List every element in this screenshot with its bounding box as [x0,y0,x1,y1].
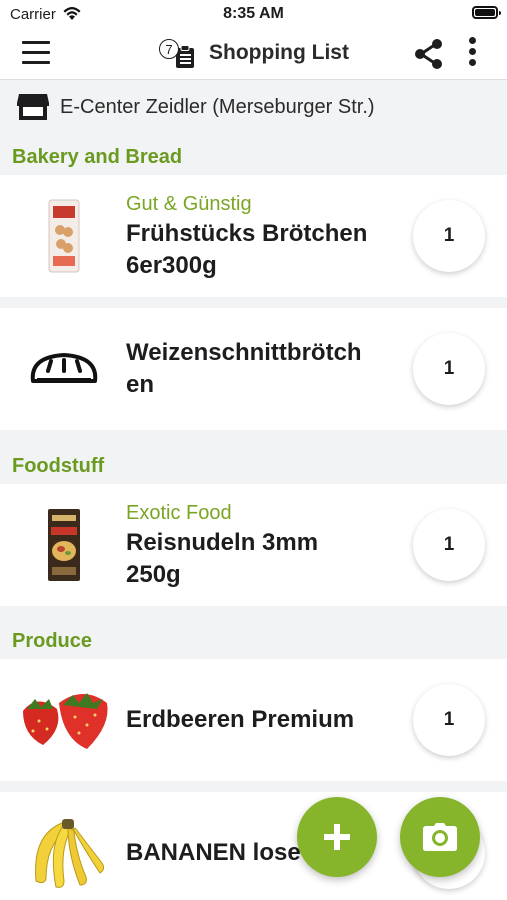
more-options-icon[interactable] [462,37,482,71]
product-image [14,189,114,283]
status-bar: Carrier 8:35 AM [0,0,507,28]
store-icon [17,94,49,120]
bread-rolls-package-image [48,199,80,273]
hamburger-menu-icon[interactable] [22,41,50,65]
quantity-button[interactable]: 1 [413,684,485,756]
rice-noodles-package-image [48,509,80,581]
item-name-line: Frühstücks Brötchen [126,220,368,247]
list-count-icon: 7 [157,37,197,69]
item-brand: Gut & Günstig [126,193,252,215]
add-item-button[interactable] [297,797,377,877]
quantity-button[interactable]: 1 [413,333,485,405]
clock: 8:35 AM [223,5,284,22]
product-image [14,498,114,592]
item-name-line: Erdbeeren Premium [126,706,355,733]
item-text: Weizenschnittbrötch en [126,337,396,401]
bananas-image [35,819,105,888]
quantity-button[interactable]: 1 [413,509,485,581]
battery-icon [472,6,501,19]
product-image [14,806,114,900]
list-count-badge: 7 [159,39,179,59]
quantity-button[interactable]: 1 [413,200,485,272]
product-image [14,322,114,416]
product-image [14,673,114,767]
list-item-erdbeeren[interactable]: Erdbeeren Premium 1 [0,659,507,781]
page-title: Shopping List [209,41,349,64]
bread-icon [30,353,98,383]
store-name: E-Center Zeidler (Merseburger Str.) [60,95,375,118]
list-item-weizenschnittbrotchen[interactable]: Weizenschnittbrötch en 1 [0,308,507,430]
category-header-produce: Produce [12,630,93,652]
item-brand: Exotic Food [126,502,232,524]
item-name-line: en [126,371,155,398]
item-name-line: 250g [126,561,181,588]
item-name-line: Weizenschnittbrötch [126,339,362,366]
strawberries-image [23,693,108,749]
scan-camera-button[interactable] [400,797,480,877]
nav-bar: 7 Shopping List [0,28,507,80]
camera-icon [423,823,457,851]
item-text: Gut & Günstig Frühstücks Brötchen 6er300… [126,193,396,282]
category-header-bakery: Bakery and Bread [12,146,183,168]
item-text: Exotic Food Reisnudeln 3mm 250g [126,502,396,591]
title-group: 7 Shopping List [157,36,349,70]
item-text: Erdbeeren Premium [126,704,396,736]
item-name-line: 6er300g [126,252,217,279]
store-selector[interactable]: E-Center Zeidler (Merseburger Str.) [0,80,507,134]
plus-icon [324,824,350,850]
category-header-foodstuff: Foodstuff [12,455,105,477]
list-item-reisnudeln[interactable]: Exotic Food Reisnudeln 3mm 250g 1 [0,484,507,606]
list-item-fruhstucks-brotchen[interactable]: Gut & Günstig Frühstücks Brötchen 6er300… [0,175,507,297]
item-name-line: Reisnudeln 3mm [126,529,319,556]
share-icon[interactable] [413,37,445,71]
